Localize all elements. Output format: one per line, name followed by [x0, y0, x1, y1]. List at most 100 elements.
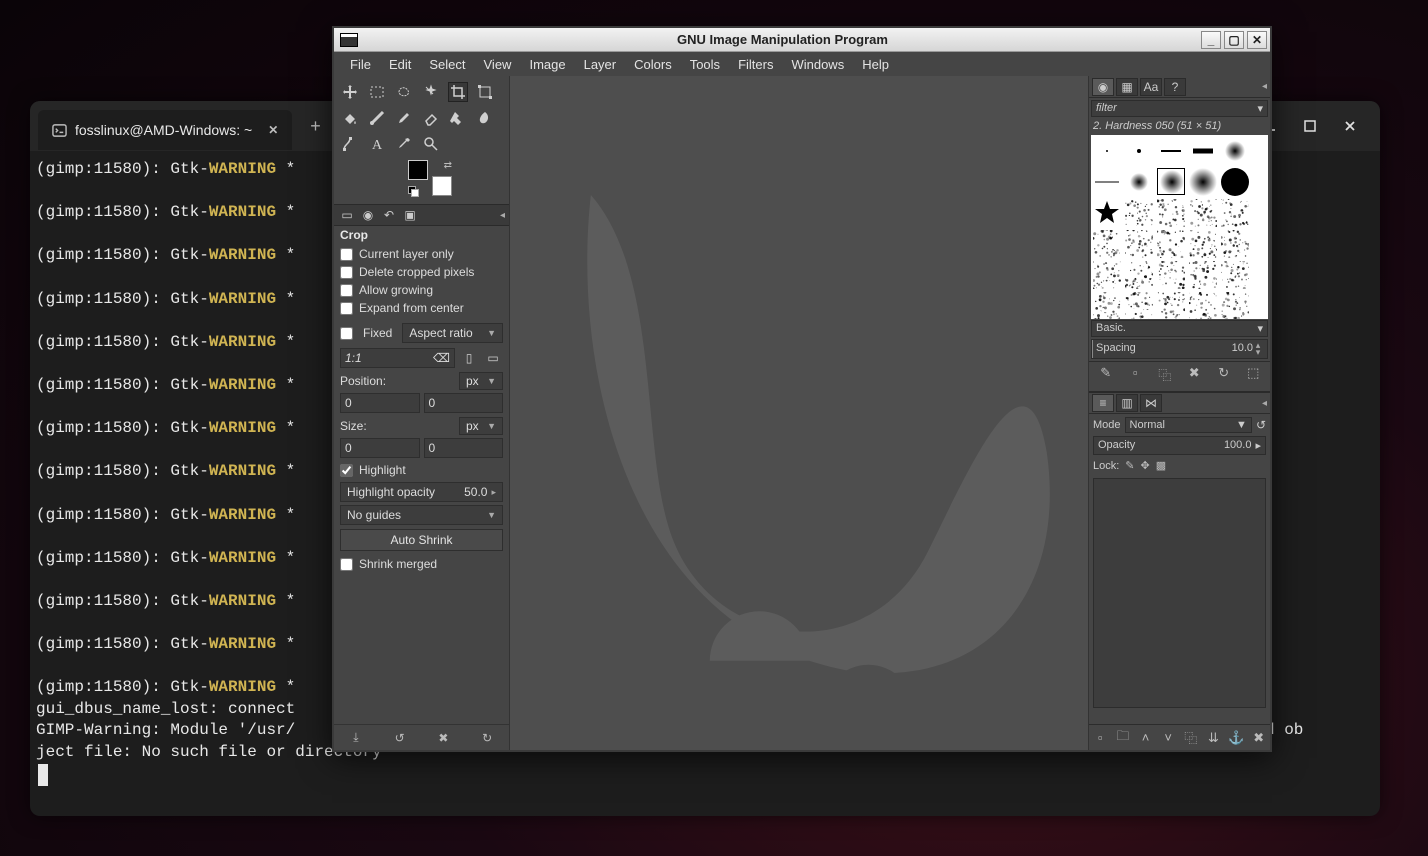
size-unit-dropdown[interactable]: px▼ [459, 417, 503, 435]
brush-preset-dropdown[interactable]: Basic.▾ [1091, 320, 1268, 337]
crop-tool-icon[interactable] [448, 82, 468, 102]
transform-tool-icon[interactable] [475, 82, 495, 102]
background-color[interactable] [432, 176, 452, 196]
patterns-tab-icon[interactable]: ▦ [1116, 78, 1138, 96]
menu-file[interactable]: File [342, 54, 379, 75]
delete-options-icon[interactable]: ✖ [434, 731, 452, 745]
brush-cell[interactable] [1189, 261, 1217, 288]
gimp-maximize-button[interactable]: ▢ [1224, 31, 1244, 49]
brush-cell[interactable] [1157, 137, 1185, 164]
brushes-tab-icon[interactable]: ◉ [1092, 78, 1114, 96]
brush-filter-input[interactable]: filter▾ [1091, 100, 1268, 117]
brushes-tab-menu-icon[interactable]: ◂ [1262, 81, 1267, 92]
new-brush-icon[interactable]: ▫ [1121, 365, 1151, 384]
brush-cell[interactable] [1189, 168, 1217, 195]
move-tool-icon[interactable] [340, 82, 360, 102]
color-picker-tool-icon[interactable] [394, 134, 414, 154]
tab-menu-icon[interactable]: ◂ [500, 210, 505, 221]
open-brush-as-image-icon[interactable]: ⬚ [1239, 365, 1269, 384]
brush-cell[interactable] [1221, 168, 1249, 195]
mode-switch-icon[interactable]: ↺ [1256, 418, 1266, 432]
menu-image[interactable]: Image [521, 54, 573, 75]
path-tool-icon[interactable] [340, 134, 360, 154]
terminal-tab[interactable]: fosslinux@AMD-Windows: ~ ✕ [38, 110, 292, 150]
current-layer-only-checkbox[interactable]: Current layer only [340, 245, 503, 263]
new-group-icon[interactable]: 🗀 [1112, 727, 1135, 749]
fg-bg-color[interactable]: ⇄ [408, 160, 452, 196]
guides-dropdown[interactable]: No guides▼ [340, 505, 503, 525]
menu-filters[interactable]: Filters [730, 54, 781, 75]
terminal-close-icon[interactable] [1340, 116, 1360, 136]
brush-cell[interactable] [1189, 292, 1217, 319]
menu-view[interactable]: View [476, 54, 520, 75]
paths-tab-icon[interactable]: ⋈ [1140, 394, 1162, 412]
rect-select-tool-icon[interactable] [367, 82, 387, 102]
brush-cell[interactable] [1189, 199, 1217, 226]
brush-cell[interactable] [1221, 292, 1249, 319]
brush-cell[interactable] [1125, 137, 1153, 164]
layers-tab-menu-icon[interactable]: ◂ [1262, 398, 1267, 409]
lock-alpha-icon[interactable]: ▩ [1156, 459, 1166, 472]
menu-help[interactable]: Help [854, 54, 897, 75]
paintbrush-tool-icon[interactable] [394, 108, 414, 128]
brush-cell[interactable] [1221, 137, 1249, 164]
brush-cell[interactable] [1093, 137, 1121, 164]
free-select-tool-icon[interactable] [394, 82, 414, 102]
brush-cell[interactable] [1221, 230, 1249, 257]
help-tab-icon[interactable]: ? [1164, 78, 1186, 96]
brush-cell[interactable] [1157, 199, 1185, 226]
menu-select[interactable]: Select [421, 54, 473, 75]
aspect-ratio-input[interactable]: 1:1⌫ [340, 348, 455, 368]
delete-layer-icon[interactable]: ✖ [1247, 730, 1270, 746]
text-tool-icon[interactable]: A [367, 134, 387, 154]
brush-cell[interactable] [1189, 137, 1217, 164]
opacity-slider[interactable]: Opacity100.0▸ [1093, 436, 1266, 455]
swap-colors-icon[interactable]: ⇄ [444, 160, 452, 171]
gimp-minimize-button[interactable]: _ [1201, 31, 1221, 49]
brush-cell[interactable] [1125, 261, 1153, 288]
fonts-tab-icon[interactable]: Aa [1140, 78, 1162, 96]
position-x-input[interactable]: 0 [340, 393, 420, 413]
brush-cell[interactable] [1157, 261, 1185, 288]
duplicate-layer-icon[interactable]: ⿻ [1180, 728, 1203, 747]
terminal-tab-close[interactable]: ✕ [268, 123, 278, 137]
delete-cropped-checkbox[interactable]: Delete cropped pixels [340, 263, 503, 281]
edit-brush-icon[interactable]: ✎ [1091, 365, 1121, 384]
tool-options-tab-icon[interactable]: ▭ [338, 207, 356, 223]
allow-growing-checkbox[interactable]: Allow growing [340, 281, 503, 299]
layers-tab-icon[interactable]: ≡ [1092, 394, 1114, 412]
expand-from-center-checkbox[interactable]: Expand from center [340, 299, 503, 317]
highlight-opacity-slider[interactable]: Highlight opacity50.0▸ [340, 482, 503, 502]
bucket-fill-tool-icon[interactable] [340, 108, 360, 128]
fixed-checkbox[interactable] [340, 327, 353, 340]
brush-cell[interactable] [1093, 292, 1121, 319]
smudge-tool-icon[interactable] [475, 108, 495, 128]
save-options-icon[interactable]: ⤓ [347, 730, 365, 745]
menu-tools[interactable]: Tools [682, 54, 728, 75]
brush-grid[interactable] [1091, 135, 1268, 319]
brush-cell[interactable] [1093, 168, 1121, 195]
menu-layer[interactable]: Layer [576, 54, 625, 75]
foreground-color[interactable] [408, 160, 428, 180]
blend-mode-dropdown[interactable]: Normal▼ [1125, 417, 1252, 433]
brush-cell[interactable] [1157, 168, 1185, 195]
fuzzy-select-tool-icon[interactable] [421, 82, 441, 102]
lower-layer-icon[interactable]: ˅ [1157, 730, 1180, 745]
anchor-layer-icon[interactable]: ⚓ [1225, 730, 1248, 746]
undo-history-tab-icon[interactable]: ↶ [380, 207, 398, 223]
portrait-icon[interactable]: ▯ [459, 348, 479, 368]
brush-cell[interactable] [1221, 261, 1249, 288]
delete-brush-icon[interactable]: ✖ [1180, 365, 1210, 384]
reset-colors-icon[interactable] [408, 186, 418, 196]
brush-cell[interactable] [1125, 230, 1153, 257]
shrink-merged-checkbox[interactable]: Shrink merged [340, 555, 503, 573]
brush-cell[interactable] [1093, 199, 1121, 226]
gimp-titlebar[interactable]: GNU Image Manipulation Program _ ▢ ✕ [334, 28, 1270, 52]
brush-cell[interactable] [1125, 168, 1153, 195]
terminal-new-tab[interactable]: + [302, 112, 329, 141]
position-y-input[interactable]: 0 [424, 393, 504, 413]
brush-cell[interactable] [1093, 230, 1121, 257]
channels-tab-icon[interactable]: ▥ [1116, 394, 1138, 412]
refresh-brushes-icon[interactable]: ↻ [1209, 365, 1239, 384]
restore-options-icon[interactable]: ↺ [391, 731, 409, 745]
